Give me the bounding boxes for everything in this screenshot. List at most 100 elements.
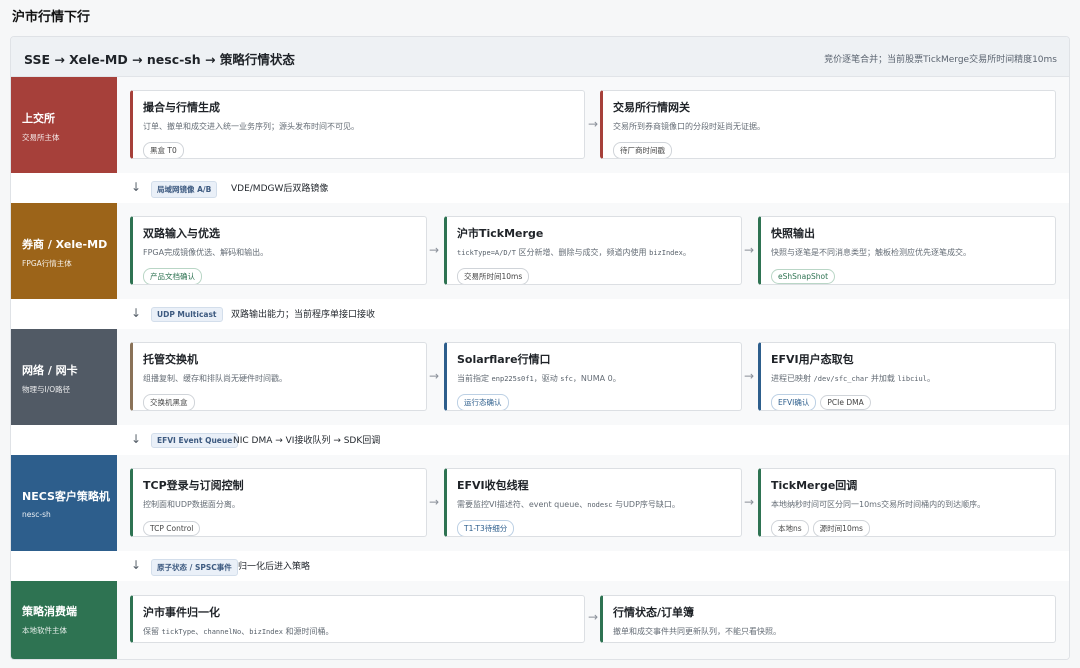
down-arrow-icon: ↓ bbox=[131, 306, 142, 320]
panel-note: 竞价逐笔合并；当前股票TickMerge交易所时间精度10ms bbox=[824, 55, 1057, 65]
node-matching[interactable]: 撮合与行情生成 订单、撤单和成交进入统一业务序列；源头发布时间不可见。 黑盒 T… bbox=[130, 90, 585, 159]
down-arrow-icon: ↓ bbox=[131, 180, 142, 194]
lane-label-necs: NECS客户策略机 nesc-sh bbox=[11, 455, 117, 551]
right-arrow-icon: → bbox=[429, 369, 440, 383]
node-solarflare[interactable]: Solarflare行情口 当前指定 enp225s0f1，驱动 sfc，NUM… bbox=[444, 342, 742, 411]
tag: PCIe DMA bbox=[820, 395, 871, 410]
code-dev: /dev/sfc_char bbox=[813, 375, 869, 383]
node-desc: 本地纳秒时间可区分同一10ms交易所时间桶内的到达顺序。 bbox=[771, 500, 986, 509]
tag: TCP Control bbox=[143, 521, 201, 536]
code-bizindex: bizIndex bbox=[649, 249, 683, 257]
node-title: 快照输出 bbox=[771, 227, 815, 240]
page-title: 沪市行情下行 bbox=[12, 10, 91, 25]
code-lib: libciul bbox=[897, 375, 927, 383]
connector-text: VDE/MDGW后双路镜像 bbox=[231, 184, 329, 194]
lane-sub: 交易所主体 bbox=[22, 133, 60, 142]
node-tickmerge-callback[interactable]: TickMerge回调 本地纳秒时间可区分同一10ms交易所时间桶内的到达顺序。… bbox=[758, 468, 1056, 537]
connector-badge: 局域网镜像 A/B bbox=[151, 181, 218, 198]
node-title: 行情状态/订单簿 bbox=[613, 606, 695, 619]
node-desc: tickType=A/D/T 区分新增、删除与成交，频道内使用 bizIndex… bbox=[457, 248, 691, 257]
node-desc: 进程已映射 /dev/sfc_char 并加载 libciul。 bbox=[771, 374, 935, 383]
lane-label-sse: 上交所 交易所主体 bbox=[11, 77, 117, 173]
connector-text: 归一化后进入策略 bbox=[238, 562, 311, 572]
lane-name: 券商 / Xele-MD bbox=[22, 238, 108, 251]
node-title: TCP登录与订阅控制 bbox=[143, 479, 244, 492]
tag: 源时间10ms bbox=[812, 520, 870, 536]
tag: eShSnapShot bbox=[771, 269, 836, 284]
node-exchange-gateway[interactable]: 交易所行情网关 交易所到券商镜像口的分段时延尚无证据。 待厂商时间戳 bbox=[600, 90, 1056, 159]
node-desc: 控制面和UDP数据面分离。 bbox=[143, 500, 240, 509]
lane-body: 沪市事件归一化 保留 tickType、channelNo、bizIndex 和… bbox=[117, 581, 1069, 659]
node-title: 交易所行情网关 bbox=[613, 101, 690, 114]
node-desc: 当前指定 enp225s0f1，驱动 sfc，NUMA 0。 bbox=[457, 374, 621, 383]
node-switch[interactable]: 托管交换机 组播复制、缓存和排队尚无硬件时间戳。 交换机黑盒 bbox=[130, 342, 427, 411]
node-efvi-user[interactable]: EFVI用户态取包 进程已映射 /dev/sfc_char 并加载 libciu… bbox=[758, 342, 1056, 411]
lane-body: 双路输入与优选 FPGA完成镜像优选、解码和输出。 产品文档确认 → 沪市Tic… bbox=[117, 203, 1069, 299]
lane-body: 撮合与行情生成 订单、撤单和成交进入统一业务序列；源头发布时间不可见。 黑盒 T… bbox=[117, 77, 1069, 173]
lane-name: 策略消费端 bbox=[22, 605, 77, 618]
node-desc: 快照与逐笔是不同消息类型；触板检测应优先逐笔成交。 bbox=[771, 248, 971, 257]
lane-label-strategy: 策略消费端 本地软件主体 bbox=[11, 581, 117, 659]
tag: 黑盒 T0 bbox=[143, 142, 184, 158]
lane-sub: 物理与I/O路径 bbox=[22, 385, 71, 394]
code-bizindex: bizIndex bbox=[249, 628, 283, 636]
right-arrow-icon: → bbox=[588, 117, 599, 131]
connector-text: NIC DMA → VI接收队列 → SDK回调 bbox=[233, 436, 381, 446]
node-efvi-rx-thread[interactable]: EFVI收包线程 需要监控VI描述符、event queue、nodesc 与U… bbox=[444, 468, 742, 537]
node-desc: FPGA完成镜像优选、解码和输出。 bbox=[143, 248, 269, 257]
node-tcp-login[interactable]: TCP登录与订阅控制 控制面和UDP数据面分离。 TCP Control bbox=[130, 468, 427, 537]
right-arrow-icon: → bbox=[744, 369, 755, 383]
tag: 交换机黑盒 bbox=[143, 394, 195, 410]
panel-header: SSE → Xele-MD → nesc-sh → 策略行情状态 竞价逐笔合并；… bbox=[11, 37, 1069, 77]
node-desc: 需要监控VI描述符、event queue、nodesc 与UDP序号缺口。 bbox=[457, 500, 680, 509]
node-desc: 交易所到券商镜像口的分段时延尚无证据。 bbox=[613, 122, 765, 131]
node-title: 沪市事件归一化 bbox=[143, 606, 220, 619]
tag: 本地ns bbox=[771, 520, 809, 536]
code-driver: sfc bbox=[560, 375, 573, 383]
node-desc: 撤单和成交事件共同更新队列，不能只看快照。 bbox=[613, 627, 781, 636]
node-dual-input[interactable]: 双路输入与优选 FPGA完成镜像优选、解码和输出。 产品文档确认 bbox=[130, 216, 427, 285]
right-arrow-icon: → bbox=[429, 243, 440, 257]
tag: 产品文档确认 bbox=[143, 268, 202, 284]
flow-panel: SSE → Xele-MD → nesc-sh → 策略行情状态 竞价逐笔合并；… bbox=[10, 36, 1070, 660]
node-title: 托管交换机 bbox=[143, 353, 198, 366]
node-desc: 保留 tickType、channelNo、bizIndex 和源时间桶。 bbox=[143, 627, 334, 636]
right-arrow-icon: → bbox=[429, 495, 440, 509]
connector-badge: EFVI Event Queue bbox=[151, 433, 239, 448]
connector-badge: UDP Multicast bbox=[151, 307, 223, 322]
lane-name: 上交所 bbox=[22, 112, 55, 125]
right-arrow-icon: → bbox=[588, 610, 599, 624]
code-iface: enp225s0f1 bbox=[491, 375, 534, 383]
panel-title: SSE → Xele-MD → nesc-sh → 策略行情状态 bbox=[24, 52, 295, 67]
lane-sub: FPGA行情主体 bbox=[22, 259, 72, 268]
down-arrow-icon: ↓ bbox=[131, 432, 142, 446]
node-tickmerge[interactable]: 沪市TickMerge tickType=A/D/T 区分新增、删除与成交，频道… bbox=[444, 216, 742, 285]
code-ticktype: tickType=A/D/T bbox=[457, 249, 517, 257]
code-nodesc: nodesc bbox=[587, 501, 613, 509]
node-title: EFVI收包线程 bbox=[457, 479, 529, 492]
node-title: TickMerge回调 bbox=[771, 479, 858, 492]
lane-name: 网络 / 网卡 bbox=[22, 364, 78, 377]
tag: 运行态确认 bbox=[457, 394, 509, 410]
node-title: 沪市TickMerge bbox=[457, 227, 544, 240]
tag: 交易所时间10ms bbox=[457, 268, 530, 284]
lane-sub: 本地软件主体 bbox=[22, 626, 67, 635]
right-arrow-icon: → bbox=[744, 495, 755, 509]
node-title: 双路输入与优选 bbox=[143, 227, 220, 240]
node-title: Solarflare行情口 bbox=[457, 353, 551, 366]
code-ticktype: tickType bbox=[161, 628, 196, 636]
node-orderbook[interactable]: 行情状态/订单簿 撤单和成交事件共同更新队列，不能只看快照。 bbox=[600, 595, 1056, 643]
connector-badge: 原子状态 / SPSC事件 bbox=[151, 559, 238, 576]
tag: 待厂商时间戳 bbox=[613, 142, 672, 158]
lane-body: TCP登录与订阅控制 控制面和UDP数据面分离。 TCP Control → E… bbox=[117, 455, 1069, 551]
down-arrow-icon: ↓ bbox=[131, 558, 142, 572]
node-desc: 订单、撤单和成交进入统一业务序列；源头发布时间不可见。 bbox=[143, 122, 359, 131]
code-channel: channelNo bbox=[203, 628, 242, 636]
node-normalize[interactable]: 沪市事件归一化 保留 tickType、channelNo、bizIndex 和… bbox=[130, 595, 585, 643]
node-title: 撮合与行情生成 bbox=[143, 101, 220, 114]
node-desc: 组播复制、缓存和排队尚无硬件时间戳。 bbox=[143, 374, 287, 383]
connector-text: 双路输出能力；当前程序单接口接收 bbox=[231, 310, 376, 320]
lane-sub: nesc-sh bbox=[22, 510, 51, 519]
node-snapshot[interactable]: 快照输出 快照与逐笔是不同消息类型；触板检测应优先逐笔成交。 eShSnapSh… bbox=[758, 216, 1056, 285]
node-title: EFVI用户态取包 bbox=[771, 353, 854, 366]
